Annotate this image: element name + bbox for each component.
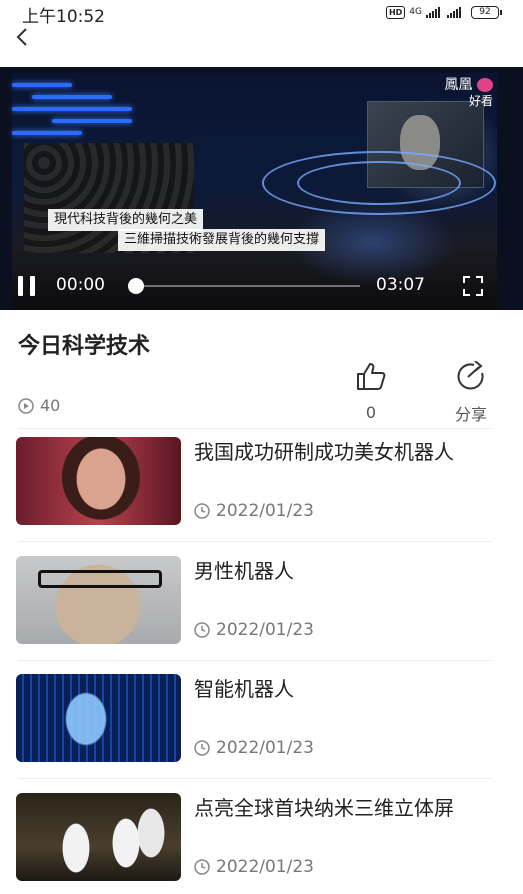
hd-icon: HD bbox=[385, 5, 406, 19]
divider bbox=[18, 660, 493, 661]
list-item[interactable]: 男性机器人 2022/01/23 bbox=[16, 556, 496, 646]
status-icons: HD 4G 92 bbox=[385, 4, 502, 20]
video-player[interactable]: 鳳凰 好看 現代科技背後的幾何之美 三維掃描技術發展背後的幾何支撐 00:00 … bbox=[0, 67, 523, 310]
brand-subname: 好看 bbox=[468, 94, 493, 108]
list-item[interactable]: 我国成功研制成功美女机器人 2022/01/23 bbox=[16, 437, 496, 527]
signal-icon bbox=[426, 6, 440, 18]
share-button[interactable]: 分享 bbox=[448, 360, 494, 425]
clock-icon bbox=[194, 622, 210, 638]
pause-button[interactable] bbox=[18, 276, 38, 296]
list-item-title: 男性机器人 bbox=[194, 559, 294, 583]
status-bar: 上午10:52 HD 4G 92 bbox=[0, 0, 523, 27]
clock-icon bbox=[194, 503, 210, 519]
subtitle-line-2: 三維掃描技術發展背後的幾何支撐 bbox=[118, 229, 326, 251]
network-type: 4G bbox=[409, 7, 422, 17]
fullscreen-icon[interactable] bbox=[461, 274, 485, 298]
progress-track[interactable] bbox=[130, 285, 360, 287]
list-item-date-value: 2022/01/23 bbox=[216, 620, 314, 640]
share-label: 分享 bbox=[454, 405, 487, 424]
share-icon bbox=[457, 360, 484, 390]
video-controls: 00:00 03:07 bbox=[0, 262, 523, 310]
subtitle-line-1: 現代科技背後的幾何之美 bbox=[48, 209, 204, 231]
signal-icon-2 bbox=[447, 6, 461, 18]
divider bbox=[18, 541, 493, 542]
duration: 03:07 bbox=[376, 275, 425, 295]
clock-icon bbox=[194, 740, 210, 756]
like-button[interactable]: 0 bbox=[354, 361, 388, 422]
back-arrow-icon[interactable] bbox=[12, 26, 34, 48]
channel-logo: 鳳凰 好看 bbox=[445, 77, 493, 109]
battery-icon: 92 bbox=[471, 5, 502, 19]
phoenix-logo-icon bbox=[477, 78, 493, 92]
list-item-date-value: 2022/01/23 bbox=[216, 501, 314, 521]
list-item[interactable]: 点亮全球首块纳米三维立体屏 2022/01/23 bbox=[16, 793, 496, 883]
video-thumbnail bbox=[16, 437, 181, 525]
list-item-title: 点亮全球首块纳米三维立体屏 bbox=[194, 796, 454, 820]
list-item-title: 我国成功研制成功美女机器人 bbox=[194, 440, 454, 464]
list-item-date-value: 2022/01/23 bbox=[216, 738, 314, 758]
video-thumbnail bbox=[16, 674, 181, 762]
like-count: 0 bbox=[365, 403, 377, 422]
list-item-date: 2022/01/23 bbox=[194, 738, 314, 758]
list-item-date-value: 2022/01/23 bbox=[216, 857, 314, 877]
progress-knob[interactable] bbox=[128, 278, 144, 294]
page-title: 今日科学技术 bbox=[18, 334, 151, 359]
list-item-date: 2022/01/23 bbox=[194, 620, 314, 640]
list-item[interactable]: 智能机器人 2022/01/23 bbox=[16, 674, 496, 764]
play-count-icon bbox=[18, 397, 34, 414]
video-thumbnail bbox=[16, 793, 181, 881]
divider bbox=[18, 778, 493, 779]
thumbs-up-icon bbox=[357, 363, 386, 390]
current-time: 00:00 bbox=[56, 275, 105, 295]
brand-name: 鳳凰 bbox=[444, 77, 473, 93]
list-item-date: 2022/01/23 bbox=[194, 857, 314, 877]
list-item-date: 2022/01/23 bbox=[194, 501, 314, 521]
view-count-value: 40 bbox=[40, 396, 61, 415]
clock-icon bbox=[194, 859, 210, 875]
view-count: 40 bbox=[18, 396, 60, 415]
list-item-title: 智能机器人 bbox=[194, 677, 294, 701]
video-thumbnail bbox=[16, 556, 181, 644]
divider bbox=[18, 428, 493, 429]
status-time: 上午10:52 bbox=[22, 7, 105, 27]
